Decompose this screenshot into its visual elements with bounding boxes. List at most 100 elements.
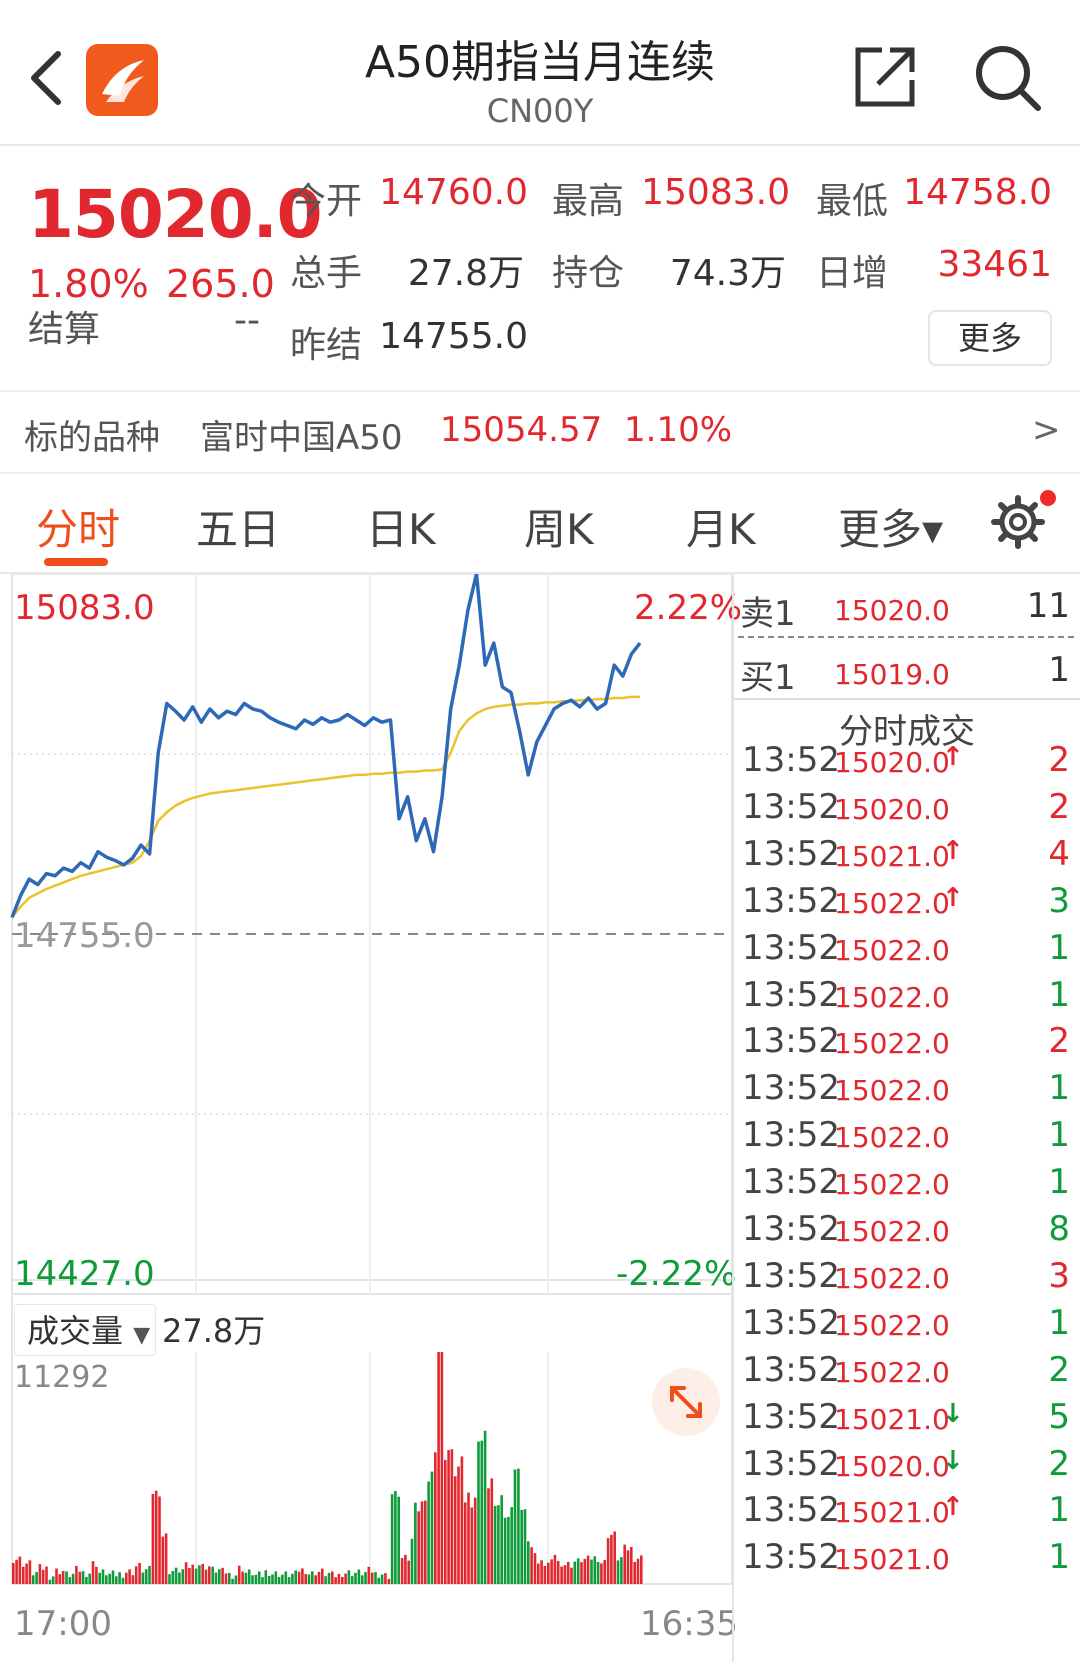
tab-five-day[interactable]: 五日: [196, 496, 280, 557]
volume-bar: [35, 1572, 38, 1584]
volume-bar: [41, 1569, 45, 1584]
volume-bar: [397, 1496, 400, 1584]
volume-bar: [357, 1569, 361, 1584]
trade-volume: 2: [1048, 786, 1070, 827]
volume-bar: [374, 1572, 377, 1584]
volume-total: 27.8万: [162, 1312, 266, 1350]
trade-volume: 1: [1048, 974, 1070, 1015]
volume-bar: [487, 1488, 490, 1584]
back-button[interactable]: [22, 42, 72, 112]
tab-daily-k[interactable]: 日K: [366, 496, 436, 557]
volume-bar: [437, 1352, 440, 1584]
volume-bar: [284, 1571, 288, 1584]
volume-bar: [178, 1572, 181, 1584]
volume-bar: [384, 1573, 387, 1584]
tab-more[interactable]: 更多▾: [838, 496, 943, 557]
volume-bar: [201, 1563, 204, 1584]
volume-bar: [128, 1569, 131, 1584]
volume-bar: [138, 1563, 141, 1584]
trade-time: 13:52: [742, 927, 840, 968]
volume-bar: [15, 1559, 18, 1584]
volume-bar: [314, 1575, 317, 1584]
volume-value: 27.8万: [407, 253, 524, 294]
volume-bar: [234, 1575, 238, 1584]
volume-bar: [334, 1577, 337, 1584]
settle-value: --: [234, 300, 260, 341]
underlying-price: 15054.57: [440, 410, 603, 450]
volume-bar: [144, 1569, 148, 1584]
volume-bar: [590, 1559, 593, 1584]
trade-volume: 2: [1048, 740, 1070, 780]
low-value: 14758.0: [903, 172, 1052, 213]
average-price-line: [11, 695, 640, 919]
volume-bar: [231, 1578, 234, 1584]
trade-volume: 1: [1048, 1302, 1070, 1343]
underlying-name: 富时中国A50: [200, 418, 403, 458]
volume-bar: [274, 1571, 278, 1584]
notification-dot: [1040, 490, 1056, 506]
volume-bar: [547, 1562, 550, 1584]
period-tabs: 分时 五日 日K 周K 月K 更多▾: [0, 474, 1080, 574]
volume-bar: [606, 1538, 610, 1584]
ask-volume: 11: [1026, 586, 1070, 626]
share-button[interactable]: [852, 44, 918, 110]
volume-bar: [55, 1568, 58, 1584]
trade-price: 15020.0: [834, 1449, 950, 1483]
intraday-chart[interactable]: [0, 574, 734, 1662]
trade-price: 15022.0: [834, 1308, 950, 1342]
volume-bar: [211, 1566, 214, 1584]
volume-bar: [48, 1579, 52, 1584]
trade-row: 13:52 15022.0 2: [734, 1350, 1080, 1400]
trade-time: 13:52: [742, 1443, 840, 1484]
volume-bar: [208, 1566, 211, 1584]
trade-price: 15022.0: [834, 1121, 950, 1155]
volume-bar: [98, 1572, 101, 1584]
volume-bar: [347, 1570, 351, 1584]
prev-settle-value: 14755.0: [379, 316, 528, 357]
volume-indicator-select[interactable]: 成交量 ▼: [14, 1304, 156, 1356]
trade-row: 13:52 15022.0 2: [734, 1021, 1080, 1071]
volume-bar: [331, 1571, 334, 1584]
volume-bar: [81, 1571, 85, 1584]
underlying-row[interactable]: 标的品种 富时中国A50 15054.57 1.10% >: [0, 390, 1080, 474]
bid-row[interactable]: 买1 15019.0 1: [734, 638, 1080, 698]
more-quote-button[interactable]: 更多: [928, 310, 1052, 366]
volume-bar: [563, 1565, 567, 1584]
volume-bar: [537, 1563, 540, 1584]
expand-chart-button[interactable]: [652, 1368, 720, 1436]
volume-bar: [367, 1566, 371, 1584]
trade-row: 13:52 15022.0 3: [734, 1256, 1080, 1306]
volume-bar: [31, 1575, 35, 1584]
ask-price: 15020.0: [834, 594, 950, 627]
trade-row: 13:52 15022.0 ↑ 3: [734, 881, 1080, 931]
high-label: 最高: [552, 181, 625, 222]
daily-increase-label: 日增: [816, 253, 889, 294]
volume-bar: [164, 1533, 168, 1584]
trade-time: 13:52: [742, 1115, 840, 1156]
settings-button[interactable]: [990, 494, 1046, 550]
volume-bar: [364, 1572, 367, 1584]
volume-bar: [493, 1505, 497, 1584]
ask-label: 卖1: [740, 594, 796, 634]
trade-price: 15022.0: [834, 886, 950, 920]
trade-volume: 5: [1048, 1396, 1070, 1437]
trade-row: 13:52 15022.0 1: [734, 1303, 1080, 1353]
trade-price: 15020.0: [834, 746, 950, 779]
volume-bar: [95, 1566, 98, 1584]
ask-row[interactable]: 卖1 15020.0 11: [734, 574, 1080, 634]
trade-time: 13:52: [742, 1537, 840, 1578]
trade-volume: 1: [1048, 1068, 1070, 1109]
volume-bar: [616, 1560, 620, 1584]
trade-row: 13:52 15022.0 8: [734, 1209, 1080, 1259]
volume-bar: [91, 1561, 95, 1584]
volume-bar: [583, 1558, 587, 1584]
volume-bar: [410, 1538, 414, 1584]
tab-intraday[interactable]: 分时: [36, 496, 120, 557]
volume-bar: [65, 1571, 68, 1584]
tab-weekly-k[interactable]: 周K: [524, 496, 594, 557]
volume-bar: [12, 1563, 15, 1584]
search-button[interactable]: [972, 42, 1044, 114]
tab-monthly-k[interactable]: 月K: [686, 496, 756, 557]
trade-volume: 1: [1048, 927, 1070, 968]
volume-bar: [198, 1565, 201, 1584]
